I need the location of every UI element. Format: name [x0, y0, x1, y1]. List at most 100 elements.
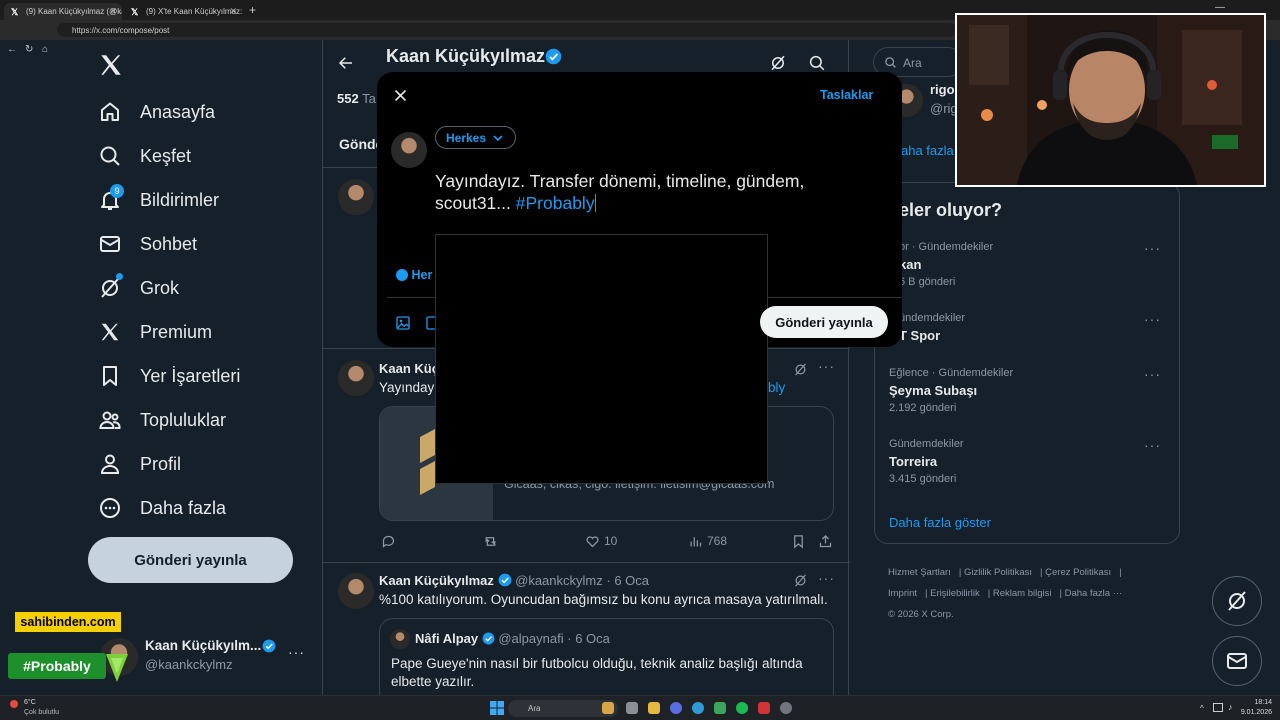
sidebar-item-profile[interactable]: Profil — [96, 444, 316, 484]
sidebar-item-premium[interactable]: Premium — [96, 312, 316, 352]
volume-icon[interactable]: ♪ — [1228, 702, 1233, 712]
messages-float-button[interactable] — [1212, 636, 1262, 686]
x-logo-icon[interactable] — [98, 52, 124, 78]
minimize-icon[interactable]: — — [1215, 2, 1225, 13]
more-dots-icon[interactable]: ··· — [818, 570, 835, 586]
more-dots-icon[interactable]: ··· — [1144, 311, 1161, 327]
trend-item[interactable]: or · Gündemdekiler kan 6 B gönderi — [899, 241, 993, 288]
folder-icon[interactable] — [648, 702, 660, 714]
browser-tab[interactable]: 𝕏 (9) X'te Kaan Küçükyılmaz: "Hastalık..… — [124, 3, 242, 20]
trend-name: T Spor — [899, 328, 941, 343]
reply-icon[interactable] — [381, 534, 396, 549]
tweet-handle[interactable]: @kaankckylmz — [515, 573, 603, 588]
copyright: © 2026 X Corp. — [888, 609, 954, 620]
reply-setting[interactable]: Her — [396, 268, 432, 282]
clock-date[interactable]: 9.01.2026 — [1240, 709, 1272, 716]
search-icon — [96, 142, 124, 170]
grok-float-button[interactable] — [1212, 576, 1262, 626]
footer-link[interactable]: Hizmet Şartları — [888, 567, 951, 578]
new-dot-badge — [116, 273, 123, 280]
avatar — [391, 132, 427, 168]
trend-item[interactable]: Eğlence · Gündemdekiler Şeyma Subaşı 2.1… — [889, 367, 1013, 414]
more-dots-icon[interactable]: ··· — [1144, 437, 1161, 453]
sidebar-item-home[interactable]: Anasayfa — [96, 92, 316, 132]
trend-item[interactable]: ündemdekiler T Spor — [899, 312, 965, 343]
browser-tab[interactable]: 𝕏 (9) Kaan Küçükyılmaz (@kaankckylmaz) /… — [4, 3, 122, 20]
windows-start-icon[interactable] — [490, 701, 504, 715]
search-icon[interactable] — [808, 54, 826, 72]
tweet-hashtag-link[interactable]: bly — [768, 380, 785, 395]
more-dots-icon[interactable]: ··· — [1144, 366, 1161, 382]
footer-link[interactable]: Imprint — [888, 588, 917, 599]
mail-icon — [96, 230, 124, 258]
show-more-link[interactable]: aha fazla — [901, 143, 954, 158]
app-icon[interactable] — [602, 702, 614, 714]
network-icon[interactable] — [1213, 703, 1223, 712]
share-icon[interactable] — [818, 534, 833, 549]
sidebar-item-more[interactable]: Daha fazla — [96, 488, 316, 528]
sidebar-item-bookmarks[interactable]: Yer İşaretleri — [96, 356, 316, 396]
more-dots-icon[interactable]: ··· — [1144, 240, 1161, 256]
app-icon[interactable] — [758, 702, 770, 714]
verified-icon — [498, 573, 512, 587]
x-favicon-icon: 𝕏 — [11, 7, 19, 17]
footer-link[interactable]: Daha fazla ··· — [1065, 588, 1123, 599]
close-tab-icon[interactable]: ✕ — [109, 6, 117, 17]
views-count: 768 — [707, 534, 728, 548]
compose-hashtag: #Probably — [515, 193, 595, 213]
follower-count: 552 — [337, 91, 359, 106]
url-input[interactable]: https://x.com/compose/post — [57, 23, 957, 37]
app-icon[interactable] — [714, 702, 726, 714]
edge-icon[interactable] — [692, 702, 704, 714]
verified-icon — [482, 632, 495, 645]
avatar — [338, 360, 374, 396]
app-icon[interactable] — [780, 702, 792, 714]
x-logo-icon — [96, 318, 124, 346]
footer-link[interactable]: Reklam bilgisi — [993, 588, 1052, 599]
spotify-icon[interactable] — [736, 702, 748, 714]
notification-badge: 9 — [110, 184, 124, 198]
who-to-follow-name[interactable]: rigo — [930, 82, 955, 97]
quote-author-name: Nâfi Alpay — [415, 631, 479, 646]
image-icon[interactable] — [395, 315, 411, 331]
compose-text: Yayındayız. Transfer dönemi, timeline, g… — [435, 171, 805, 213]
close-tab-icon[interactable]: ✕ — [229, 6, 237, 17]
sidebar-item-label: Topluluklar — [140, 409, 227, 430]
close-icon[interactable] — [392, 87, 409, 104]
trend-category: ündemdekiler — [899, 312, 966, 324]
sidebar-item-grok[interactable]: Grok — [96, 268, 316, 308]
grok-icon[interactable] — [769, 54, 787, 72]
retweet-icon[interactable] — [483, 534, 498, 549]
more-dots-icon[interactable]: ··· — [818, 358, 835, 374]
audience-selector[interactable]: Herkes — [435, 126, 516, 149]
clock-time[interactable]: 18:14 — [1244, 699, 1272, 706]
discord-icon[interactable] — [670, 702, 682, 714]
sidebar-item-label: Sohbet — [140, 233, 198, 254]
sidebar-item-notifications[interactable]: 9 Bildirimler — [96, 180, 316, 220]
app-icon[interactable] — [626, 702, 638, 714]
tweet-author-name: Kaan Küçükyılmaz — [379, 573, 494, 588]
new-tab-icon[interactable]: + — [249, 3, 256, 17]
like-icon[interactable] — [585, 534, 600, 549]
grok-icon[interactable] — [793, 573, 808, 588]
sidebar-item-messages[interactable]: Sohbet — [96, 224, 316, 264]
bookmark-icon[interactable] — [791, 534, 806, 549]
grok-icon[interactable] — [793, 362, 808, 377]
submit-post-button[interactable]: Gönderi yayınla — [760, 306, 888, 338]
footer-link[interactable]: Çerez Politikası — [1045, 567, 1111, 578]
media-preview[interactable] — [435, 234, 768, 484]
trends-show-more-link[interactable]: Daha fazla göster — [889, 515, 991, 530]
drafts-button[interactable]: Taslaklar — [820, 88, 873, 102]
tweet-date[interactable]: 6 Oca — [614, 573, 649, 588]
footer-links: Hizmet Şartları | Gizlilik Politikası | Çe… — [888, 567, 1123, 620]
tray-chevron-icon[interactable]: ^ — [1200, 704, 1204, 713]
sidebar-item-communities[interactable]: Topluluklar — [96, 400, 316, 440]
trend-item[interactable]: Gündemdekiler Torreira 3.415 gönderi — [889, 438, 964, 485]
globe-icon — [396, 269, 408, 281]
back-arrow-icon[interactable] — [337, 54, 355, 72]
sidebar-item-explore[interactable]: Keşfet — [96, 136, 316, 176]
compose-textarea[interactable]: Yayındayız. Transfer dönemi, timeline, g… — [435, 170, 835, 214]
footer-link[interactable]: Gizlilik Politikası — [964, 567, 1032, 578]
post-button[interactable]: Gönderi yayınla — [88, 537, 293, 583]
footer-link[interactable]: Erişilebilirlik — [930, 588, 980, 599]
